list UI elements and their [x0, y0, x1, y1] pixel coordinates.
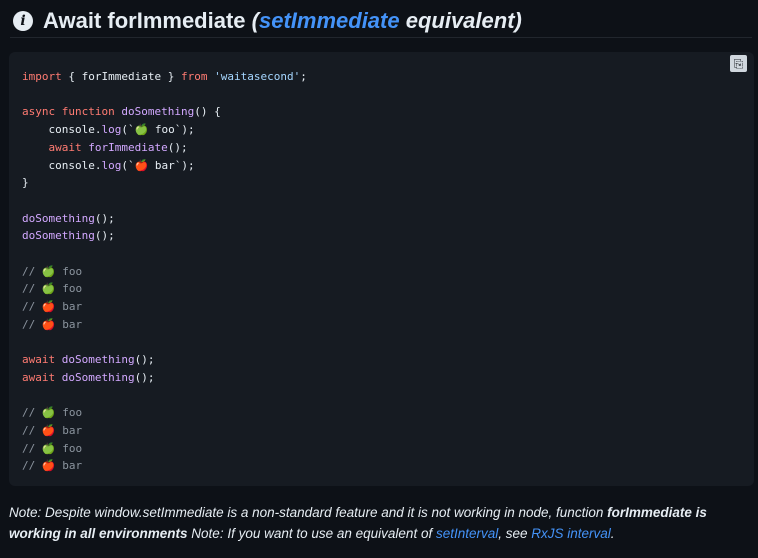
code-text: { forImmediate } [61, 70, 181, 83]
copy-icon: ⎘ [733, 56, 744, 71]
section-heading: i Await forImmediate (setImmediate equiv… [10, 5, 752, 38]
keyword: function [61, 105, 115, 119]
heading-title: Await forImmediate (setImmediate equival… [43, 8, 522, 34]
function-name: doSomething [22, 229, 95, 243]
note-text: , see [498, 526, 532, 541]
string-literal: 'waitasecond' [214, 70, 301, 83]
green-apple-icon: 🍏 [41, 441, 56, 455]
function-name: forImmediate [88, 140, 168, 154]
note-paragraph: Note: Despite window.setImmediate is a n… [9, 502, 749, 544]
green-apple-icon: 🍏 [134, 123, 149, 137]
green-apple-icon: 🍏 [41, 406, 56, 420]
rxjs-interval-link[interactable]: RxJS interval [531, 526, 611, 541]
code-comment: // 🍏 foo [22, 441, 83, 455]
heading-paren-rest: equivalent) [399, 8, 522, 33]
keyword: await [48, 140, 82, 154]
red-apple-icon: 🍎 [134, 158, 149, 172]
code-comment: // 🍏 foo [22, 406, 83, 420]
code-line: await forImmediate(); [48, 140, 188, 154]
code-comment: // 🍏 foo [22, 264, 83, 278]
code-comment: // 🍎 bar [22, 459, 83, 473]
info-glyph: i [20, 13, 26, 29]
note-text: Note: If you want to use an equivalent o… [187, 526, 436, 541]
function-name: log [101, 123, 122, 137]
keyword: from [180, 70, 208, 83]
note-text: Note: Despite window.setImmediate is a n… [9, 505, 608, 520]
code-comment: // 🍏 foo [22, 282, 83, 296]
function-name: doSomething [61, 353, 135, 367]
code-comment: // 🍎 bar [22, 317, 83, 331]
code-line: } [22, 176, 29, 190]
heading-paren-open: ( [251, 8, 259, 33]
info-icon[interactable]: i [13, 11, 33, 31]
red-apple-icon: 🍎 [41, 317, 56, 331]
code-comment: // 🍎 bar [22, 424, 83, 438]
code-comment: // 🍎 bar [22, 300, 83, 314]
code-line: async function doSomething() { [22, 105, 221, 119]
function-name: doSomething [22, 211, 95, 225]
set-interval-link[interactable]: setInterval [436, 526, 498, 541]
code-line: console.log(`🍏 foo`); [22, 123, 195, 137]
code-line: doSomething(); [22, 229, 115, 243]
keyword: await [22, 353, 56, 367]
heading-title-main: Await forImmediate [43, 8, 252, 33]
keyword: import [22, 70, 62, 83]
code-line: await doSomething(); [22, 353, 155, 367]
function-name: log [101, 158, 122, 172]
copy-button[interactable]: ⎘ [730, 55, 747, 72]
red-apple-icon: 🍎 [41, 459, 56, 473]
code-content: import { forImmediate } from 'waitasecon… [22, 68, 307, 475]
code-line: import { forImmediate } from 'waitasecon… [22, 70, 307, 83]
function-name: doSomething [61, 370, 135, 384]
red-apple-icon: 🍎 [41, 424, 56, 438]
green-apple-icon: 🍏 [41, 264, 56, 278]
note-text: . [610, 526, 615, 541]
red-apple-icon: 🍎 [41, 300, 56, 314]
set-immediate-link[interactable]: setImmediate [259, 8, 400, 33]
keyword: await [22, 370, 56, 384]
code-line: doSomething(); [22, 211, 115, 225]
keyword: async [22, 105, 56, 119]
function-name: doSomething [121, 105, 195, 119]
code-line: console.log(`🍎 bar`); [22, 158, 195, 172]
code-line: await doSomething(); [22, 370, 155, 384]
green-apple-icon: 🍏 [41, 282, 56, 296]
code-block: ⎘ import { forImmediate } from 'waitasec… [9, 52, 754, 486]
